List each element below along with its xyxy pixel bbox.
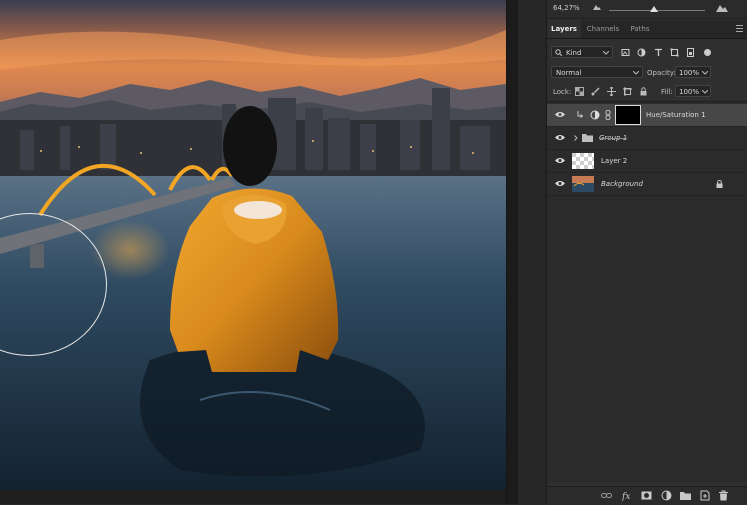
filter-row: Kind — [547, 45, 747, 61]
layer-name[interactable]: Group 1 — [599, 132, 627, 144]
lock-move-icon[interactable] — [607, 87, 616, 96]
zoom-out-mountain-icon[interactable] — [593, 4, 601, 10]
layer-row-layer2[interactable]: Layer 2 — [547, 150, 747, 173]
fill-label: Fill: — [661, 88, 673, 96]
link-icon[interactable] — [601, 490, 612, 501]
chevron-down-icon[interactable] — [702, 90, 708, 94]
filter-shape-icon[interactable] — [670, 48, 679, 57]
layer-name[interactable]: Layer 2 — [601, 155, 627, 167]
person-head — [223, 106, 277, 186]
filter-pixel-icon[interactable] — [621, 48, 630, 57]
chevron-down-icon — [633, 71, 639, 75]
opacity-value: 100% — [679, 69, 700, 77]
lock-icon[interactable] — [716, 180, 723, 188]
layer-name[interactable]: Hue/Saturation 1 — [646, 109, 706, 121]
background-thumbnail[interactable] — [572, 176, 594, 192]
clipping-arrow-icon — [577, 111, 583, 118]
zoom-slider-thumb[interactable] — [650, 6, 658, 12]
mask-icon[interactable] — [641, 490, 652, 501]
hood-highlight — [234, 201, 282, 219]
document-image[interactable] — [0, 0, 506, 490]
layers-list: Hue/Saturation 1 Group 1 Layer 2 Backgro… — [547, 101, 747, 482]
lock-transparent-icon[interactable] — [575, 87, 584, 96]
fill-value: 100% — [679, 88, 700, 96]
canvas-area[interactable] — [0, 0, 519, 504]
lock-row: Lock: Fill: 100% — [547, 84, 747, 100]
fx-icon[interactable]: fx — [622, 490, 633, 501]
new-layer-icon[interactable] — [699, 490, 710, 501]
chevron-down-icon — [603, 51, 609, 55]
panel-tabs: Layers Channels Paths — [547, 20, 747, 39]
blend-mode-select[interactable]: Normal — [551, 66, 643, 78]
tab-layers[interactable]: Layers — [547, 20, 581, 38]
layer-name[interactable]: Background — [601, 178, 643, 190]
filter-type-icon[interactable] — [654, 48, 663, 57]
lock-brush-icon[interactable] — [591, 87, 600, 96]
visibility-eye-icon[interactable] — [555, 157, 565, 164]
layer-mask-thumbnail[interactable] — [615, 105, 641, 125]
zoom-value[interactable]: 64,27% — [553, 4, 580, 12]
lock-artboard-icon[interactable] — [623, 87, 632, 96]
layers-footer: fx — [547, 486, 747, 505]
visibility-eye-icon[interactable] — [555, 180, 565, 187]
folder-icon[interactable] — [680, 490, 691, 501]
lock-label: Lock: — [553, 88, 572, 96]
chevron-right-icon[interactable] — [574, 135, 578, 141]
zoom-in-mountain-icon[interactable] — [716, 3, 728, 12]
adjustment-icon[interactable] — [661, 490, 672, 501]
layer-row-group[interactable]: Group 1 — [547, 127, 747, 150]
layer-row-background[interactable]: Background — [547, 173, 747, 196]
transparent-layer-thumbnail[interactable] — [572, 153, 594, 169]
horizontal-scrollbar[interactable] — [0, 490, 518, 504]
visibility-eye-icon[interactable] — [555, 111, 565, 118]
filter-adjustment-icon[interactable] — [637, 48, 646, 57]
blend-mode-label: Normal — [556, 69, 582, 77]
filter-kind-label: Kind — [566, 49, 582, 57]
blend-row: Normal Opacity: 100% — [547, 65, 747, 81]
chain-link-icon[interactable] — [605, 110, 611, 120]
filter-toggle-icon[interactable] — [703, 48, 712, 57]
search-icon — [555, 49, 562, 56]
layer-row-hue-saturation[interactable]: Hue/Saturation 1 — [547, 104, 747, 127]
opacity-label: Opacity: — [647, 69, 676, 77]
panel-gutter — [518, 0, 547, 504]
lock-all-icon[interactable] — [639, 87, 648, 96]
svg-text:fx: fx — [622, 492, 630, 501]
chevron-down-icon[interactable] — [702, 71, 708, 75]
panel-menu-icon[interactable] — [736, 25, 743, 32]
tab-paths[interactable]: Paths — [625, 20, 655, 38]
layers-panel: 64,27% Layers Channels Paths Kind Normal… — [547, 0, 747, 505]
navigator-zoom-bar: 64,27% — [547, 0, 747, 19]
folder-icon — [582, 134, 593, 142]
tab-channels[interactable]: Channels — [583, 20, 623, 38]
filter-smart-object-icon[interactable] — [686, 48, 695, 57]
adjustment-layer-icon — [590, 110, 600, 120]
visibility-eye-icon[interactable] — [555, 134, 565, 141]
trash-icon[interactable] — [718, 490, 729, 501]
